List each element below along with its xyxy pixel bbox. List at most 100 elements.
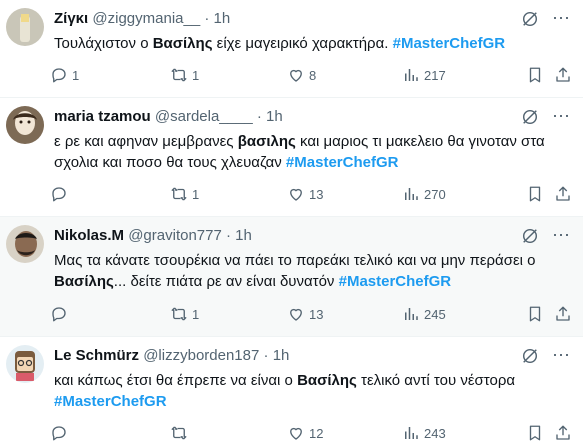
heart-icon [290, 308, 302, 321]
more-icon[interactable]: ⋯ [552, 8, 571, 29]
bookmark-icon [529, 67, 541, 83]
timestamp[interactable]: 1h [214, 10, 231, 27]
timestamp[interactable]: 1h [235, 227, 252, 244]
grok-icon[interactable] [521, 108, 539, 126]
bookmark-button[interactable] [526, 66, 544, 84]
retweet-button[interactable]: 1 [170, 66, 199, 84]
user-handle[interactable]: @ziggymania__ [92, 10, 200, 27]
share-icon [556, 186, 570, 201]
view-count: 243 [424, 425, 446, 441]
views-icon [405, 69, 418, 81]
like-count: 13 [309, 306, 324, 322]
more-icon[interactable]: ⋯ [552, 106, 571, 127]
retweet-count: 1 [192, 67, 200, 83]
tweet-header: Le Schmürz @lizzyborden187 · 1h [54, 347, 289, 364]
like-button[interactable]: 8 [287, 66, 316, 84]
action-bar: 1 13 270 [50, 185, 570, 205]
hashtag-link[interactable]: #MasterChefGR [393, 35, 506, 52]
retweet-button[interactable]: 1 [170, 305, 199, 323]
views-button[interactable]: 217 [402, 66, 446, 84]
bookmark-button[interactable] [526, 424, 544, 442]
separator-dot: · [263, 347, 269, 364]
bookmark-button[interactable] [526, 305, 544, 323]
tweet[interactable]: Le Schmürz @lizzyborden187 · 1h ⋯ και κά… [0, 337, 583, 441]
text-part: ε ρε και αφηναν μεμβρανες [54, 133, 238, 150]
view-count: 245 [424, 306, 446, 322]
avatar[interactable] [6, 345, 44, 383]
display-name[interactable]: maria tzamou [54, 108, 151, 125]
views-button[interactable]: 270 [402, 185, 446, 203]
grok-icon[interactable] [521, 347, 539, 365]
tweet-text: και κάπως έτσι θα έπρεπε να είναι ο Βασί… [54, 370, 569, 412]
bookmark-icon [529, 186, 541, 202]
like-count: 8 [309, 67, 317, 83]
like-button[interactable]: 13 [287, 305, 323, 323]
share-button[interactable] [554, 305, 572, 323]
text-part: Βασίλης [152, 35, 213, 52]
avatar[interactable] [6, 8, 44, 46]
share-button[interactable] [554, 66, 572, 84]
text-part: ... δείτε πιάτα ρε αν είναι δυνατόν [113, 273, 339, 290]
like-count: 12 [309, 425, 324, 441]
share-icon [556, 67, 570, 82]
tweet[interactable]: maria tzamou @sardela____ · 1h ⋯ ε ρε κα… [0, 98, 583, 217]
user-handle[interactable]: @graviton777 [128, 227, 222, 244]
grok-icon[interactable] [521, 10, 539, 28]
share-icon [556, 306, 570, 321]
hashtag-link[interactable]: #MasterChefGR [54, 393, 167, 410]
hashtag-link[interactable]: #MasterChefGR [339, 273, 452, 290]
display-name[interactable]: Nikolas.M [54, 227, 124, 244]
views-button[interactable]: 243 [402, 424, 446, 442]
bookmark-icon [529, 425, 541, 441]
action-bar: 1 13 245 [50, 305, 570, 325]
tweet[interactable]: Ζίγκι @ziggymania__ · 1h ⋯ Τουλάχιστον ο… [0, 0, 583, 98]
tweet[interactable]: Nikolas.M @graviton777 · 1h ⋯ Μας τα κάν… [0, 217, 583, 337]
separator-dot: · [226, 227, 231, 244]
text-part: είχε μαγειρικό χαρακτήρα. [212, 35, 393, 52]
like-button[interactable]: 13 [287, 185, 323, 203]
reply-button[interactable] [50, 305, 72, 323]
views-icon [405, 308, 418, 320]
display-name[interactable]: Ζίγκι [54, 10, 88, 27]
text-part: Τουλάχιστον ο [54, 35, 153, 52]
heart-icon [290, 69, 302, 82]
display-name[interactable]: Le Schmürz [54, 347, 139, 364]
like-button[interactable]: 12 [287, 424, 323, 442]
timestamp[interactable]: 1h [273, 347, 290, 364]
retweet-icon [171, 187, 187, 201]
reply-button[interactable] [50, 185, 72, 203]
user-handle[interactable]: @sardela____ [155, 108, 253, 125]
views-button[interactable]: 245 [402, 305, 446, 323]
text-part: βασιλης [237, 133, 296, 150]
bookmark-icon [529, 306, 541, 322]
share-icon [556, 425, 570, 440]
view-count: 217 [424, 67, 446, 83]
retweet-button[interactable]: 1 [170, 185, 199, 203]
action-bar: 1 1 8 217 [50, 66, 570, 86]
timestamp[interactable]: 1h [266, 108, 283, 125]
more-icon[interactable]: ⋯ [552, 345, 571, 366]
tweet-text: Μας τα κάνατε τσουρέκια να πάει το παρεά… [54, 250, 569, 292]
reply-button[interactable] [50, 424, 72, 442]
views-icon [405, 188, 418, 200]
text-part: Βασίλης [297, 372, 357, 389]
avatar[interactable] [6, 225, 44, 263]
retweet-button[interactable] [170, 424, 192, 442]
retweet-icon [171, 307, 187, 321]
tweet-text: Τουλάχιστον ο Βασίλης είχε μαγειρικό χαρ… [54, 33, 569, 54]
tweet-header: Nikolas.M @graviton777 · 1h [54, 227, 252, 244]
tweet-header: maria tzamou @sardela____ · 1h [54, 108, 283, 125]
hashtag-link[interactable]: #MasterChefGR [286, 154, 399, 171]
bookmark-button[interactable] [526, 185, 544, 203]
grok-icon[interactable] [521, 227, 539, 245]
user-handle[interactable]: @lizzyborden187 [143, 347, 259, 364]
tweet-text: ε ρε και αφηναν μεμβρανες βασιλης και μα… [54, 131, 569, 173]
more-icon[interactable]: ⋯ [552, 225, 571, 246]
like-count: 13 [309, 186, 324, 202]
reply-count: 1 [72, 67, 80, 83]
avatar[interactable] [6, 106, 44, 144]
heart-icon [290, 188, 302, 201]
reply-button[interactable]: 1 [50, 66, 79, 84]
share-button[interactable] [554, 185, 572, 203]
share-button[interactable] [554, 424, 572, 442]
